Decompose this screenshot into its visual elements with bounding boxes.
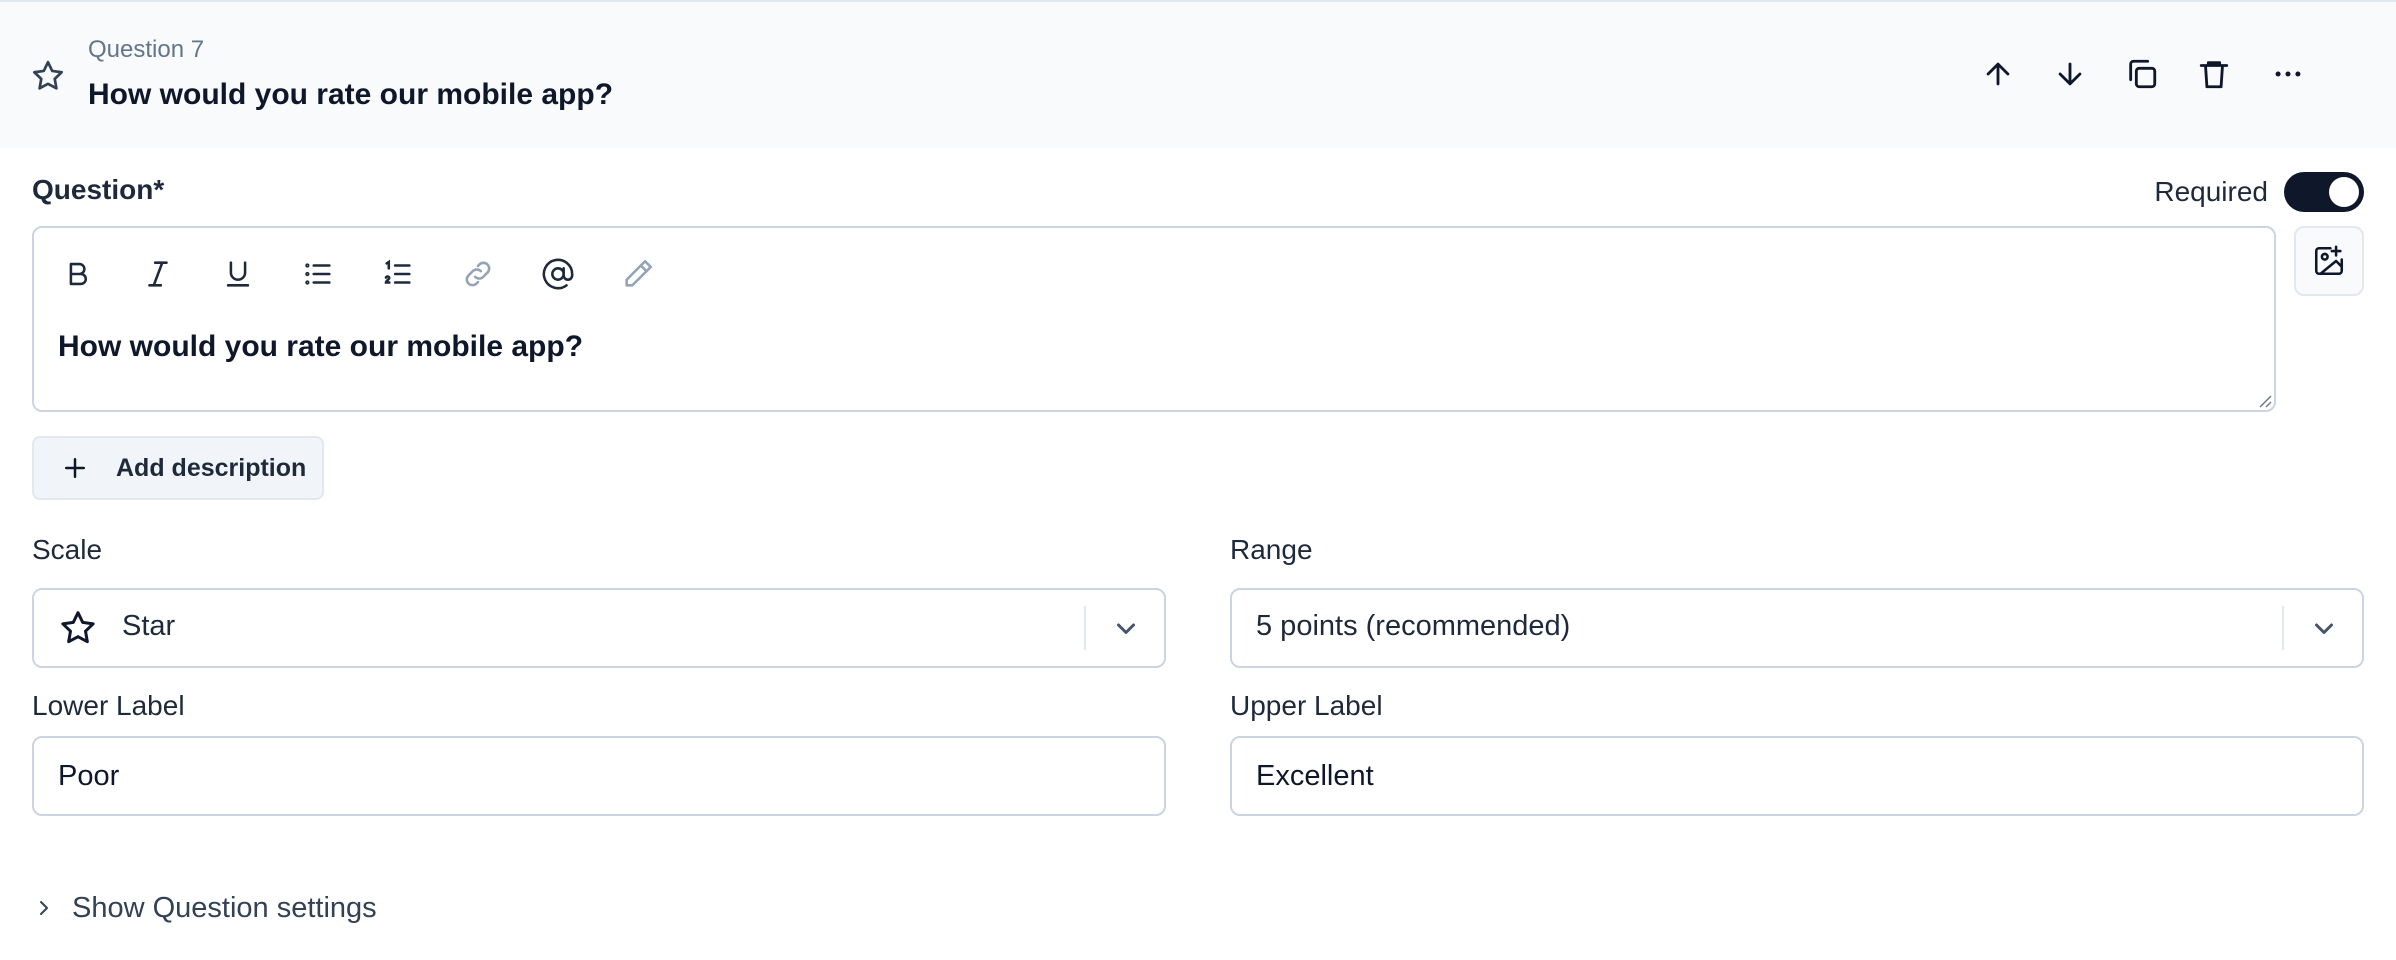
lower-label-input[interactable]: [32, 736, 1166, 816]
image-plus-icon: [2314, 245, 2344, 276]
chevron-right-icon: [40, 901, 48, 915]
required-control: Required: [2154, 172, 2364, 212]
star-icon: [33, 60, 64, 90]
numbered-list-button[interactable]: [376, 252, 420, 296]
bullet-list-icon: [305, 263, 331, 285]
scale-value: Star: [122, 610, 176, 642]
plus-icon: [65, 458, 85, 478]
toggle-knob: [2329, 177, 2359, 207]
more-options-button[interactable]: [2266, 52, 2310, 96]
bold-button[interactable]: [56, 252, 100, 296]
select-divider: [2282, 606, 2284, 650]
upper-label-label: Upper Label: [1230, 690, 1383, 721]
underline-button[interactable]: [216, 252, 260, 296]
question-editor[interactable]: How would you rate our mobile app?: [32, 226, 2276, 412]
resize-handle-icon[interactable]: [2256, 392, 2272, 408]
required-label: Required: [2154, 176, 2268, 207]
question-label: Question*: [32, 174, 165, 205]
arrow-down-icon: [2058, 62, 2082, 86]
select-divider: [1084, 606, 1086, 650]
copy-icon: [2129, 59, 2157, 89]
underline-icon: [226, 261, 250, 287]
pencil-icon: [625, 259, 653, 287]
link-icon: [465, 261, 491, 287]
link-button[interactable]: [456, 252, 500, 296]
move-up-button[interactable]: [1976, 52, 2020, 96]
arrow-up-icon: [1986, 62, 2010, 86]
lower-label-label: Lower Label: [32, 690, 185, 721]
header-actions: [1976, 52, 2396, 96]
italic-button[interactable]: [136, 252, 180, 296]
scale-label: Scale: [32, 534, 103, 565]
question-text[interactable]: How would you rate our mobile app?: [58, 330, 583, 364]
delete-button[interactable]: [2192, 52, 2236, 96]
bullet-list-button[interactable]: [296, 252, 340, 296]
mention-button[interactable]: [536, 252, 580, 296]
scale-select[interactable]: Star: [32, 588, 1166, 668]
star-icon: [61, 611, 95, 644]
trash-icon: [2199, 61, 2229, 89]
show-question-settings[interactable]: Show Question settings: [32, 888, 377, 928]
question-number: Question 7: [88, 36, 205, 63]
question-card-header[interactable]: Question 7 How would you rate our mobile…: [0, 0, 2396, 148]
add-description-button[interactable]: Add description: [32, 436, 324, 500]
duplicate-button[interactable]: [2120, 52, 2164, 96]
range-select[interactable]: 5 points (recommended): [1230, 588, 2364, 668]
bold-icon: [69, 262, 87, 286]
chevron-down-icon[interactable]: [1108, 610, 1144, 646]
numbered-list-icon: [384, 259, 411, 284]
move-down-button[interactable]: [2048, 52, 2092, 96]
edit-button[interactable]: [616, 252, 660, 296]
range-value: 5 points (recommended): [1256, 610, 1571, 642]
chevron-down-icon[interactable]: [2306, 610, 2342, 646]
editor-toolbar: [56, 252, 696, 296]
range-label: Range: [1230, 534, 1313, 565]
mention-icon: [542, 258, 574, 290]
italic-icon: [148, 261, 168, 287]
more-horizontal-icon: [2275, 71, 2301, 77]
question-title: How would you rate our mobile app?: [88, 78, 614, 111]
show-question-settings-label: Show Question settings: [72, 891, 377, 924]
required-toggle[interactable]: [2284, 172, 2364, 212]
upper-label-input[interactable]: [1230, 736, 2364, 816]
add-description-label: Add description: [116, 453, 307, 482]
add-image-button[interactable]: [2294, 226, 2364, 296]
